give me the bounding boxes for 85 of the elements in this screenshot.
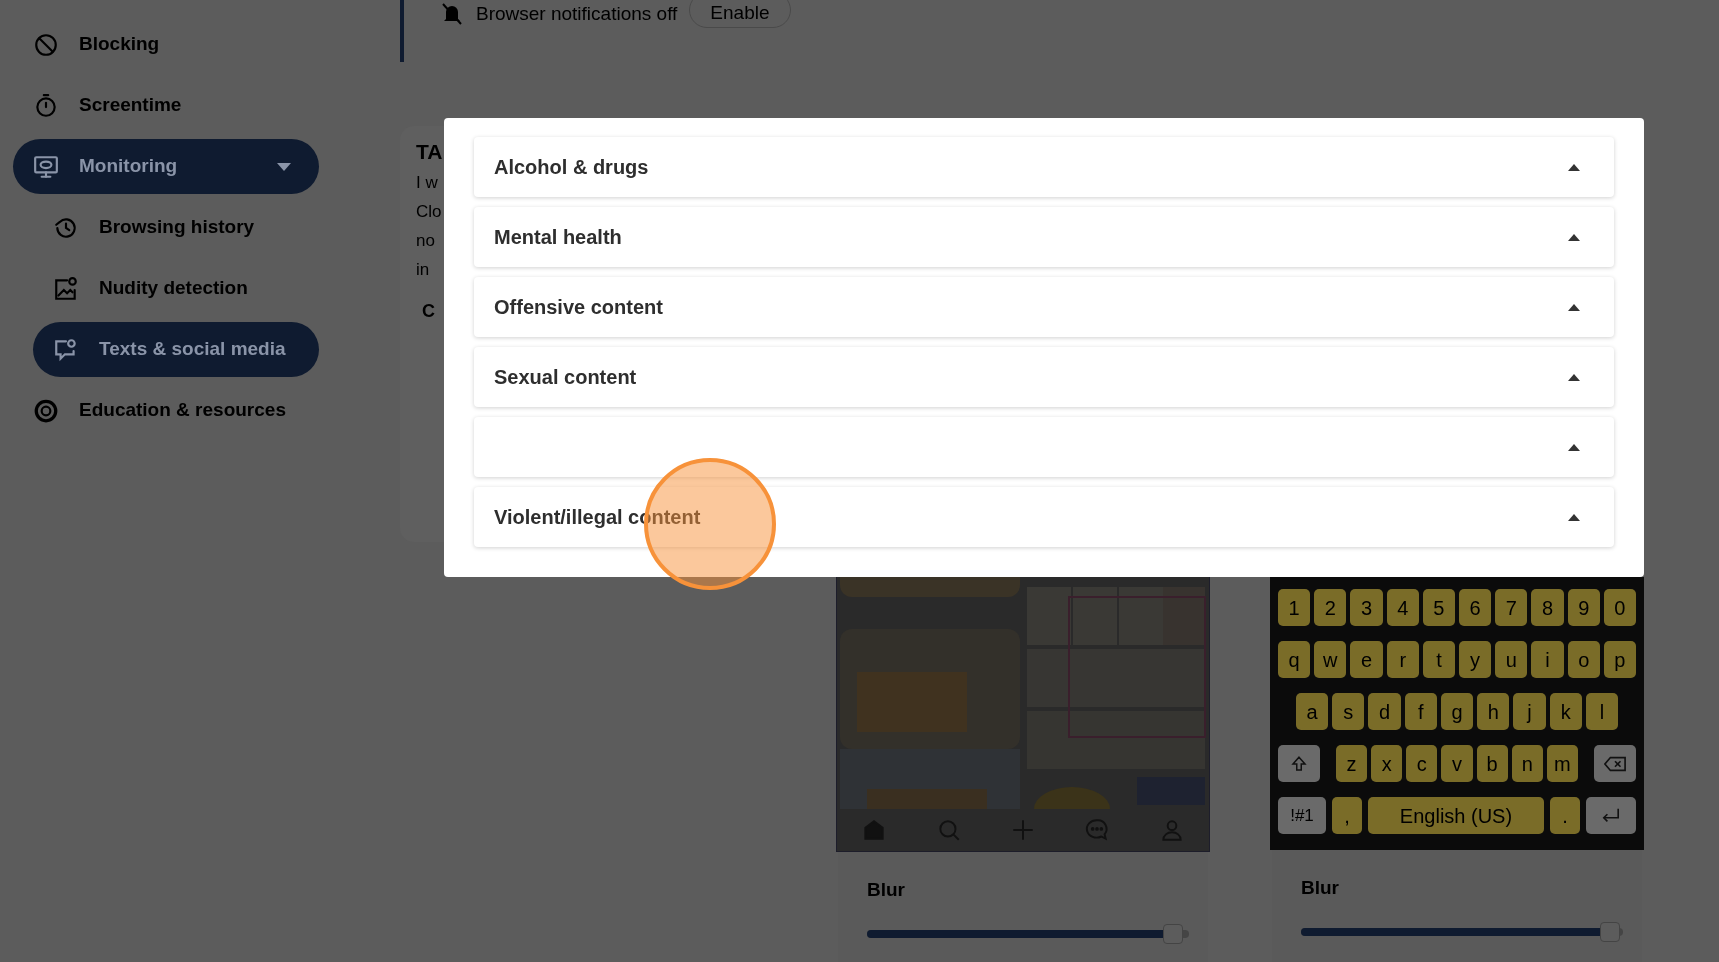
accordion-header[interactable]: Alcohol & drugs [474,137,1614,197]
keyboard-key[interactable]: t [1422,641,1455,678]
shift-key[interactable] [1278,745,1320,782]
blur-slider[interactable] [1301,920,1623,943]
keyboard-key[interactable]: 0 [1603,589,1637,626]
keyboard-key[interactable]: z [1336,745,1368,782]
chevron-up-icon [1568,303,1580,311]
keyboard-key[interactable]: 8 [1531,589,1564,626]
keyboard-key[interactable]: w [1314,641,1347,678]
keyboard-key[interactable]: . [1550,797,1580,834]
blur-label: Blur [867,878,906,902]
keyboard-key[interactable]: 9 [1567,589,1600,626]
image-search-icon [53,275,79,302]
accordion-header[interactable]: Violent/illegal content [474,487,1614,547]
card-subtitle: C [422,299,436,323]
sidebar-item[interactable]: Nudity detection [33,261,319,316]
keyboard-key[interactable]: , [1332,797,1362,834]
card-title: TA [416,139,444,165]
accordion-header[interactable]: Sexual content [474,347,1614,407]
keyboard-key[interactable]: h [1477,693,1510,730]
sidebar-item[interactable]: Texts & social media [33,322,319,377]
keyboard-key[interactable]: 3 [1350,589,1383,626]
space-key[interactable]: English (US) [1368,797,1544,834]
chat-icon [1084,817,1111,843]
keyboard-key[interactable]: j [1513,693,1546,730]
keyboard-key[interactable]: y [1459,641,1492,678]
blur-slider[interactable] [867,922,1189,945]
keyboard-key[interactable]: f [1404,693,1437,730]
sidebar-item[interactable]: Blocking [13,17,319,72]
keyboard-key[interactable]: 2 [1314,589,1347,626]
chat-search-icon [53,336,79,363]
chevron-up-icon [1568,163,1580,171]
backspace-key[interactable] [1594,745,1636,782]
sidebar-item[interactable]: Browsing history [33,200,319,255]
sidebar-item[interactable]: Monitoring [13,139,319,194]
accordion-header[interactable]: Offensive content [474,277,1614,337]
blur-label: Blur [1301,876,1340,900]
bell-off-icon [440,1,464,27]
notification-text: Browser notifications off [476,2,678,26]
keyboard-key[interactable]: b [1476,745,1508,782]
card-text: in [416,258,431,281]
keyboard-key[interactable]: c [1406,745,1438,782]
keyboard-key[interactable]: q [1278,641,1311,678]
keyboard-key[interactable]: l [1585,693,1618,730]
chevron-up-icon [1568,373,1580,381]
slider-thumb[interactable] [1162,923,1183,944]
lifebuoy-icon [33,397,59,424]
keyboard-key[interactable]: v [1441,745,1473,782]
keyboard-key[interactable]: x [1371,745,1403,782]
chevron-up-icon [1568,233,1580,241]
timer-icon [33,92,59,119]
keyboard-key[interactable]: 5 [1422,589,1455,626]
keyboard-key[interactable]: 6 [1459,589,1492,626]
blocked-icon [33,31,59,58]
slider-thumb[interactable] [1600,921,1621,942]
card-text: Clo [416,200,443,223]
keyboard-key[interactable]: k [1549,693,1582,730]
backspace-icon [1604,755,1626,772]
keyboard-key[interactable]: s [1332,693,1365,730]
keyboard-key[interactable]: n [1511,745,1543,782]
keyboard-key[interactable]: !#1 [1278,797,1326,834]
accordion-header[interactable]: Mental health [474,207,1614,267]
keyboard-key[interactable]: 7 [1495,589,1528,626]
sidebar-item[interactable]: Screentime [13,78,319,133]
card-text: I w [416,171,439,194]
keyboard-key[interactable]: o [1567,641,1600,678]
shift-icon [1290,754,1308,773]
keyboard-key[interactable]: r [1386,641,1419,678]
keyboard-key[interactable]: g [1440,693,1474,730]
keyboard-key[interactable]: m [1546,745,1578,782]
keyboard-key[interactable]: d [1368,693,1401,730]
chevron-up-icon [1568,443,1580,451]
card-text: no [416,229,436,252]
chevron-up-icon [1568,513,1580,521]
keyboard-key[interactable]: i [1531,641,1564,678]
keyboard-key[interactable]: p [1603,641,1637,678]
keyboard-key[interactable]: a [1296,693,1329,730]
enter-icon [1600,806,1622,825]
keyboard-key[interactable]: 4 [1386,589,1419,626]
monitor-eye-icon [33,153,59,180]
sidebar-item[interactable]: Education & resources [13,383,319,438]
keyboard-key[interactable]: 1 [1278,589,1311,626]
enter-key[interactable] [1586,797,1636,834]
keyboard-key[interactable]: e [1350,641,1383,678]
keyboard-key[interactable]: u [1495,641,1528,678]
